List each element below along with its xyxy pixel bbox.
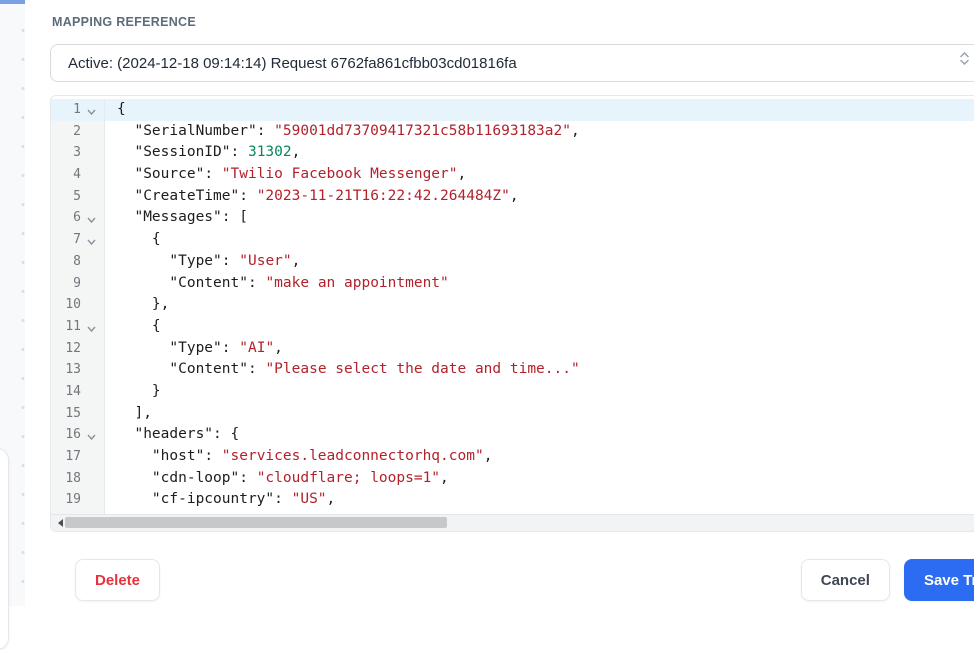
code-text[interactable]: {: [105, 99, 974, 121]
code-line-14[interactable]: 14 }: [51, 381, 974, 403]
canvas-node-edge: [0, 0, 27, 4]
fold-slot-empty: [81, 281, 101, 285]
delete-button[interactable]: Delete: [75, 559, 160, 601]
code-line-13[interactable]: 13 "Content": "Please select the date an…: [51, 359, 974, 381]
line-number-3: 3: [51, 142, 105, 164]
request-selector-value: Active: (2024-12-18 09:14:14) Request 67…: [51, 55, 517, 72]
footer-right-group: Cancel Save Trigger: [801, 559, 974, 601]
code-text[interactable]: }: [105, 381, 974, 403]
trigger-mapping-modal: MAPPING REFERENCE Active: (2024-12-18 09…: [25, 0, 974, 606]
code-line-3[interactable]: 3 "SessionID": 31302,: [51, 142, 974, 164]
code-lines[interactable]: 1{2 "SerialNumber": "59001dd73709417321c…: [51, 96, 974, 520]
fold-toggle-icon[interactable]: [81, 234, 101, 246]
fold-slot-empty: [81, 390, 101, 394]
code-line-15[interactable]: 15 ],: [51, 403, 974, 425]
cancel-button[interactable]: Cancel: [801, 559, 890, 601]
code-text[interactable]: "Type": "User",: [105, 251, 974, 273]
code-line-6[interactable]: 6 "Messages": [: [51, 207, 974, 229]
code-text[interactable]: "cf-ipcountry": "US",: [105, 489, 974, 511]
fold-slot-empty: [81, 303, 101, 307]
fold-slot-empty: [81, 368, 101, 372]
code-text[interactable]: "headers": {: [105, 424, 974, 446]
fold-slot-empty: [81, 130, 101, 134]
line-number-7: 7: [51, 229, 105, 251]
code-line-17[interactable]: 17 "host": "services.leadconnectorhq.com…: [51, 446, 974, 468]
line-number-13: 13: [51, 359, 105, 381]
line-number-6: 6: [51, 207, 105, 229]
fold-slot-empty: [81, 260, 101, 264]
code-text[interactable]: "Source": "Twilio Facebook Messenger",: [105, 164, 974, 186]
code-text[interactable]: "Content": "make an appointment": [105, 273, 974, 295]
request-selector[interactable]: Active: (2024-12-18 09:14:14) Request 67…: [50, 44, 974, 82]
code-line-16[interactable]: 16 "headers": {: [51, 424, 974, 446]
code-line-12[interactable]: 12 "Type": "AI",: [51, 338, 974, 360]
code-line-5[interactable]: 5 "CreateTime": "2023-11-21T16:22:42.264…: [51, 186, 974, 208]
fold-slot-empty: [81, 411, 101, 415]
code-text[interactable]: "Type": "AI",: [105, 338, 974, 360]
code-line-8[interactable]: 8 "Type": "User",: [51, 251, 974, 273]
fold-slot-empty: [81, 346, 101, 350]
code-text[interactable]: "CreateTime": "2023-11-21T16:22:42.26448…: [105, 186, 974, 208]
code-line-1[interactable]: 1{: [51, 99, 974, 121]
modal-footer: Delete Cancel Save Trigger: [75, 559, 974, 601]
line-number-18: 18: [51, 468, 105, 490]
code-line-9[interactable]: 9 "Content": "make an appointment": [51, 273, 974, 295]
code-line-2[interactable]: 2 "SerialNumber": "59001dd73709417321c58…: [51, 121, 974, 143]
line-number-19: 19: [51, 489, 105, 511]
json-code-editor[interactable]: 1{2 "SerialNumber": "59001dd73709417321c…: [50, 95, 974, 532]
line-number-12: 12: [51, 338, 105, 360]
horizontal-scrollbar[interactable]: [51, 514, 974, 531]
line-number-1: 1: [51, 99, 105, 121]
code-text[interactable]: ],: [105, 403, 974, 425]
fold-slot-empty: [81, 195, 101, 199]
code-text[interactable]: {: [105, 316, 974, 338]
line-number-11: 11: [51, 316, 105, 338]
mapping-reference-title: MAPPING REFERENCE: [52, 15, 196, 29]
line-number-2: 2: [51, 121, 105, 143]
code-text[interactable]: "host": "services.leadconnectorhq.com",: [105, 446, 974, 468]
code-text[interactable]: "Messages": [: [105, 207, 974, 229]
code-line-7[interactable]: 7 {: [51, 229, 974, 251]
code-text[interactable]: "Content": "Please select the date and t…: [105, 359, 974, 381]
code-line-18[interactable]: 18 "cdn-loop": "cloudflare; loops=1",: [51, 468, 974, 490]
fold-slot-empty: [81, 173, 101, 177]
code-text[interactable]: },: [105, 294, 974, 316]
line-number-14: 14: [51, 381, 105, 403]
flow-canvas-background: [0, 0, 26, 606]
line-number-8: 8: [51, 251, 105, 273]
line-number-10: 10: [51, 294, 105, 316]
fold-slot-empty: [81, 151, 101, 155]
code-line-4[interactable]: 4 "Source": "Twilio Facebook Messenger",: [51, 164, 974, 186]
code-text[interactable]: {: [105, 229, 974, 251]
code-text[interactable]: "cdn-loop": "cloudflare; loops=1",: [105, 468, 974, 490]
line-number-4: 4: [51, 164, 105, 186]
code-line-19[interactable]: 19 "cf-ipcountry": "US",: [51, 489, 974, 511]
fold-toggle-icon[interactable]: [81, 212, 101, 224]
line-number-15: 15: [51, 403, 105, 425]
code-line-10[interactable]: 10 },: [51, 294, 974, 316]
save-trigger-button[interactable]: Save Trigger: [904, 559, 974, 601]
canvas-card-corner: [0, 448, 9, 650]
code-text[interactable]: "SerialNumber": "59001dd73709417321c58b1…: [105, 121, 974, 143]
line-number-9: 9: [51, 273, 105, 295]
scrollbar-thumb[interactable]: [65, 517, 447, 528]
line-number-5: 5: [51, 186, 105, 208]
fold-slot-empty: [81, 498, 101, 502]
fold-toggle-icon[interactable]: [81, 104, 101, 116]
line-number-16: 16: [51, 424, 105, 446]
fold-slot-empty: [81, 455, 101, 459]
code-text[interactable]: "SessionID": 31302,: [105, 142, 974, 164]
fold-toggle-icon[interactable]: [81, 429, 101, 441]
line-number-17: 17: [51, 446, 105, 468]
trigger-mapping-screen: { "colors": { "accent_blue": "#2b6cf3", …: [0, 0, 974, 606]
fold-toggle-icon[interactable]: [81, 321, 101, 333]
select-carets-icon: [960, 52, 969, 65]
fold-slot-empty: [81, 477, 101, 481]
code-line-11[interactable]: 11 {: [51, 316, 974, 338]
